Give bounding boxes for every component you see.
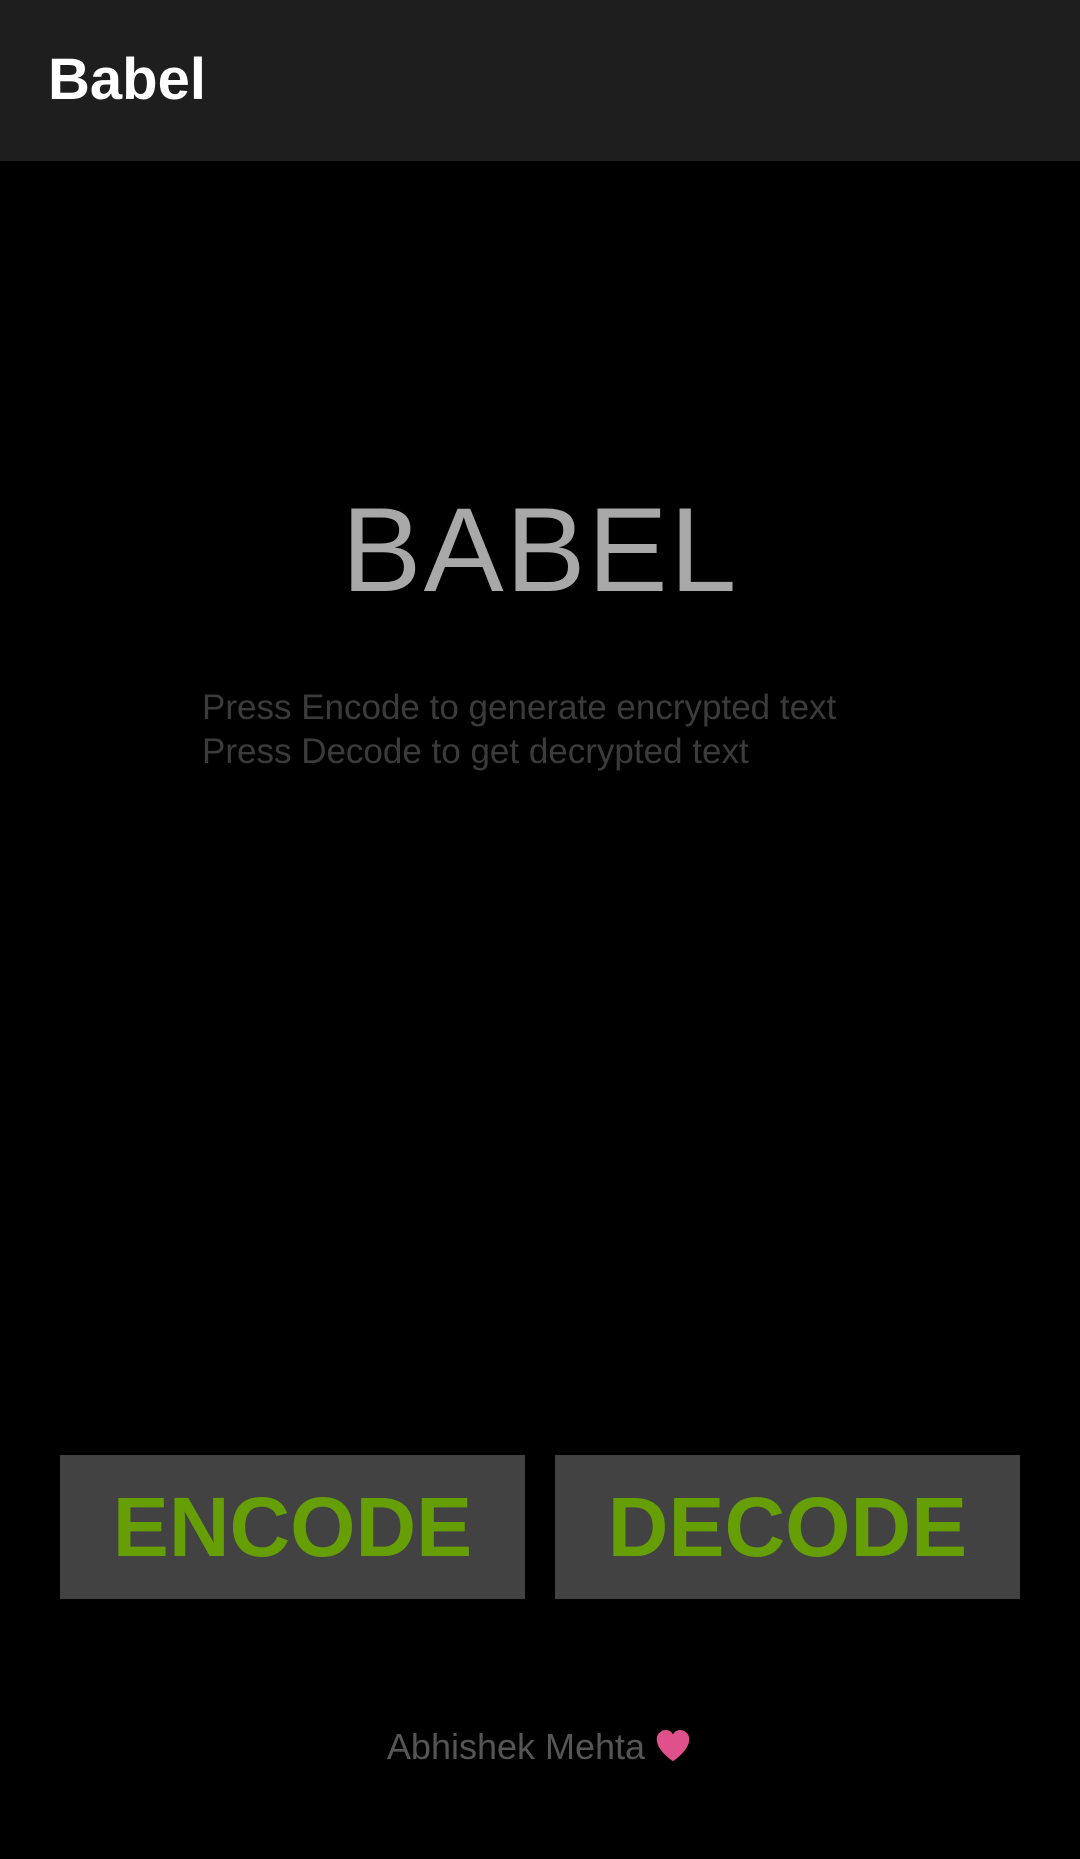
instruction-line-encode: Press Encode to generate encrypted text — [202, 688, 837, 727]
heart-icon — [656, 1730, 690, 1762]
hero-title: BABEL — [341, 483, 739, 617]
decode-button[interactable]: DECODE — [555, 1455, 1020, 1599]
footer-credit: Abhishek Mehta — [0, 1722, 1080, 1772]
instruction-line-decode: Press Decode to get decrypted text — [202, 732, 749, 771]
encode-button[interactable]: ENCODE — [60, 1455, 525, 1599]
app-bar: Babel — [0, 0, 1080, 161]
instructions-text: Press Encode to generate encrypted text … — [202, 686, 836, 774]
app-title: Babel — [48, 47, 206, 112]
author-name: Abhishek Mehta — [386, 1726, 646, 1767]
